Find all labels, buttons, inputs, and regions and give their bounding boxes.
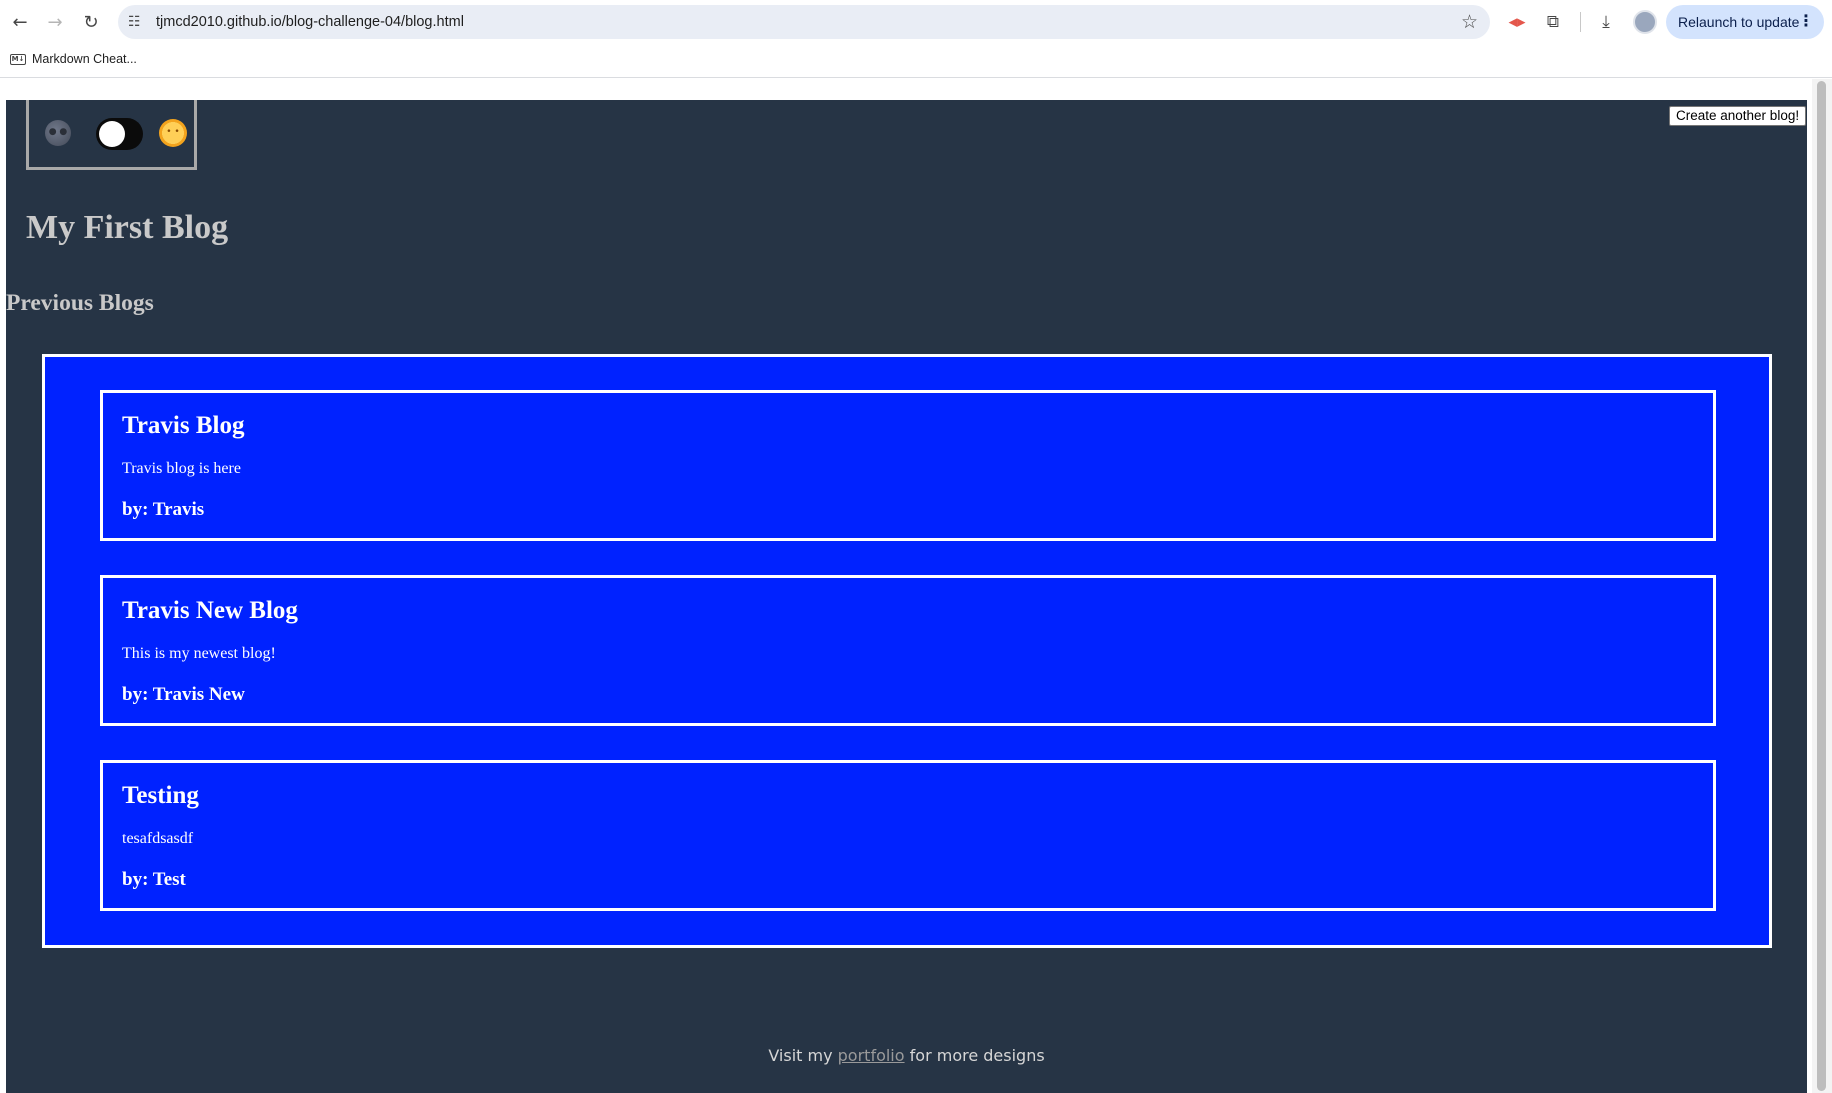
bookmark-star-icon[interactable]: ☆: [1461, 11, 1478, 33]
back-arrow-icon[interactable]: ←: [7, 9, 33, 35]
posts-container: Travis Blog Travis blog is here by: Trav…: [42, 354, 1772, 948]
footer: Visit my portfolio for more designs: [6, 1046, 1807, 1065]
post-title: Travis New Blog: [122, 597, 298, 624]
post-title: Travis Blog: [122, 412, 245, 439]
sun-icon: • •: [159, 119, 187, 147]
site-info-icon[interactable]: ☷: [128, 14, 150, 30]
relaunch-label: Relaunch to update: [1678, 14, 1800, 30]
reload-icon[interactable]: ↻: [78, 9, 104, 35]
bookmark-label: Markdown Cheat...: [32, 52, 137, 66]
create-another-blog-button[interactable]: Create another blog!: [1669, 106, 1807, 126]
page-viewport: ● ● • • Create another blog! My First Bl…: [0, 79, 1832, 1093]
bookmark-markdown-cheat[interactable]: M↓ Markdown Cheat...: [10, 52, 137, 66]
page-title: My First Blog: [26, 209, 229, 246]
post-author: by: Travis New: [122, 684, 245, 705]
extensions-puzzle-icon[interactable]: ⧉: [1541, 10, 1565, 34]
toolbar-divider: [1580, 12, 1581, 32]
post-content: tesafdsasdf: [122, 830, 194, 847]
scrollbar-thumb[interactable]: [1817, 81, 1826, 1091]
profile-avatar[interactable]: [1633, 10, 1657, 34]
markdown-icon: M↓: [10, 53, 26, 65]
address-bar[interactable]: ☷ tjmcd2010.github.io/blog-challenge-04/…: [118, 5, 1490, 39]
forward-arrow-icon[interactable]: →: [42, 9, 68, 35]
bookmarks-bar: M↓ Markdown Cheat...: [0, 44, 1832, 78]
toggle-knob[interactable]: [99, 121, 125, 147]
extension-icon[interactable]: ◂▸: [1505, 10, 1529, 34]
theme-toggle-box: ● ● • •: [26, 100, 197, 170]
url-text[interactable]: tjmcd2010.github.io/blog-challenge-04/bl…: [156, 14, 464, 30]
footer-prefix: Visit my: [768, 1046, 833, 1065]
moon-icon: ● ●: [45, 120, 71, 146]
blog-post: Travis New Blog This is my newest blog! …: [100, 575, 1716, 726]
portfolio-link[interactable]: portfolio: [838, 1046, 905, 1065]
menu-kebab-icon[interactable]: ⋮: [1798, 11, 1814, 30]
post-author: by: Travis: [122, 499, 205, 520]
post-author: by: Test: [122, 869, 186, 890]
previous-blogs-heading: Previous Blogs: [6, 290, 154, 316]
blog-post: Travis Blog Travis blog is here by: Trav…: [100, 390, 1716, 541]
download-icon[interactable]: ⤓: [1594, 10, 1618, 34]
page-scrollbar[interactable]: [1812, 79, 1832, 1093]
blog-page: ● ● • • Create another blog! My First Bl…: [6, 100, 1807, 1093]
footer-suffix: for more designs: [909, 1046, 1045, 1065]
post-title: Testing: [122, 782, 199, 809]
browser-toolbar: ← → ↻ ☷ tjmcd2010.github.io/blog-challen…: [0, 0, 1832, 44]
blog-post: Testing tesafdsasdf by: Test: [100, 760, 1716, 911]
post-content: Travis blog is here: [122, 460, 241, 477]
post-content: This is my newest blog!: [122, 645, 276, 662]
theme-toggle-switch[interactable]: [96, 118, 143, 150]
relaunch-button[interactable]: Relaunch to update ⋮: [1666, 5, 1824, 39]
